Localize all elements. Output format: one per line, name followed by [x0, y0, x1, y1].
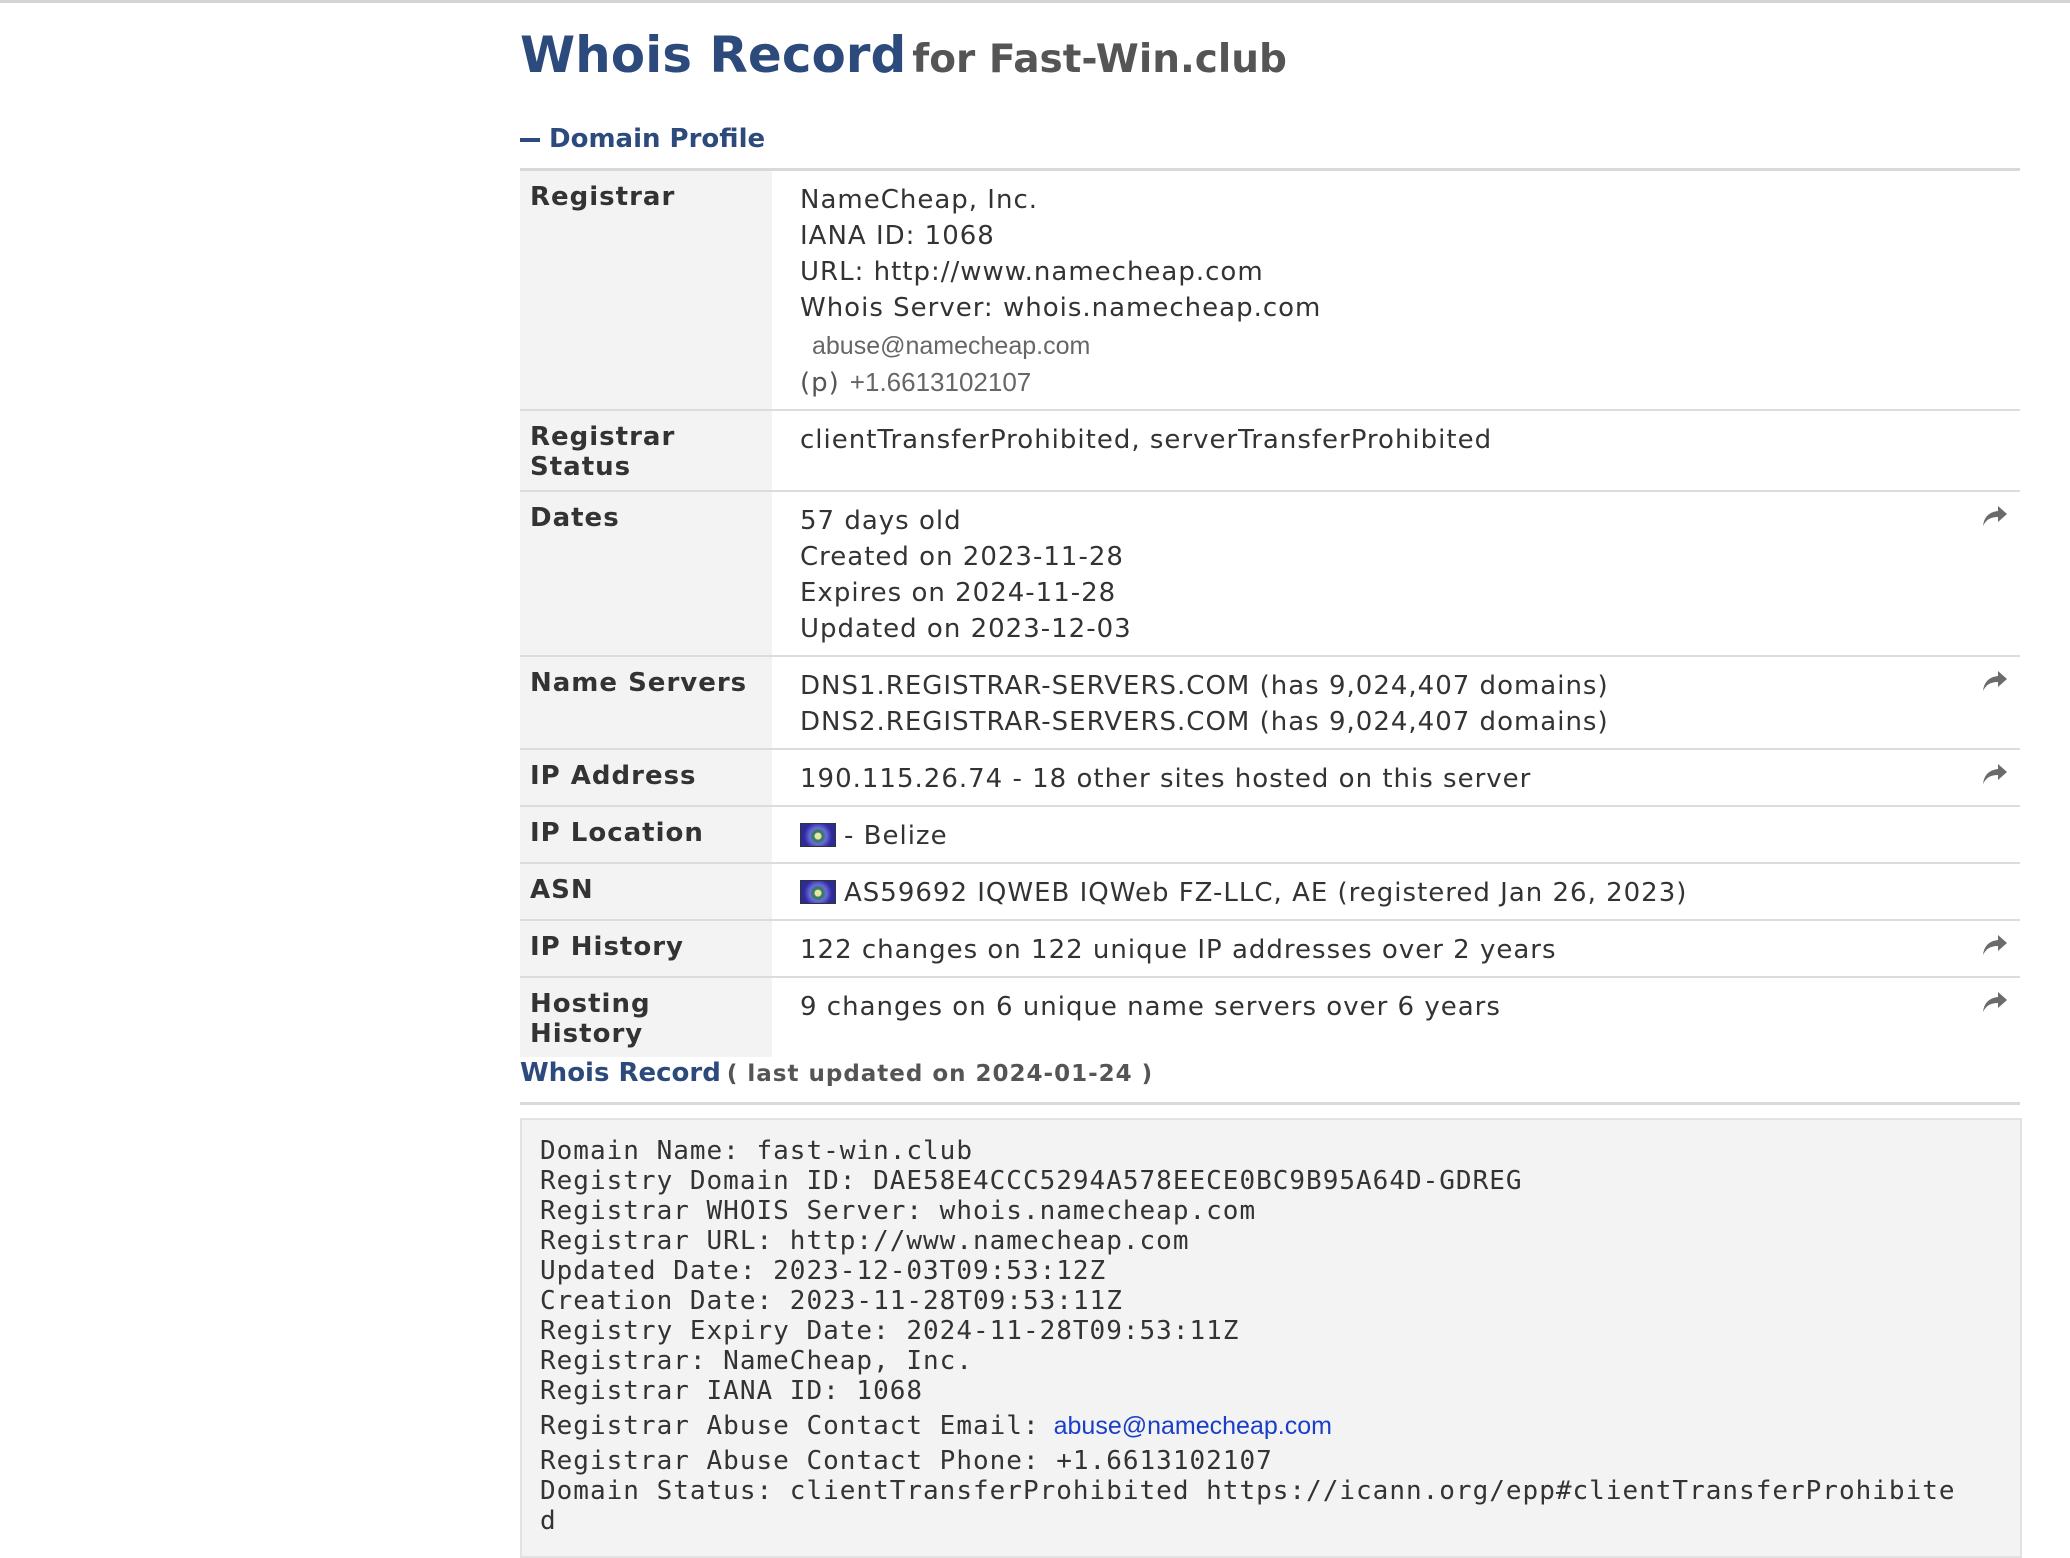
row-key: Hosting History — [520, 977, 772, 1057]
profile-row-name-servers: Name Servers DNS1.REGISTRAR-SERVERS.COM … — [520, 656, 2020, 750]
ip-location-text: - Belize — [844, 821, 948, 851]
profile-row-ip-history: IP History 122 changes on 122 unique IP … — [520, 920, 2020, 978]
country-flag-icon — [800, 823, 836, 847]
row-value: NameCheap, Inc. IANA ID: 1068 URL: http:… — [772, 171, 1970, 411]
row-key: Registrar — [520, 171, 772, 411]
page-title-main: Whois Record — [520, 26, 907, 84]
row-value: 122 changes on 122 unique IP addresses o… — [772, 920, 1970, 978]
profile-row-registrar: Registrar NameCheap, Inc. IANA ID: 1068 … — [520, 171, 2020, 411]
domain-profile-heading: Domain Profile — [549, 124, 766, 154]
row-key: IP Address — [520, 749, 772, 807]
row-value: clientTransferProhibited, serverTransfer… — [772, 410, 1970, 492]
expires-date: Expires on 2024-11-28 — [800, 578, 1117, 608]
share-arrow-icon[interactable] — [1981, 504, 2009, 535]
profile-row-ip-location: IP Location - Belize — [520, 806, 2020, 864]
name-server-1: DNS1.REGISTRAR-SERVERS.COM (has 9,024,40… — [800, 671, 1609, 701]
raw-line: Registrar Abuse Contact Phone: +1.661310… — [540, 1446, 1273, 1476]
registrar-name: NameCheap, Inc. — [800, 185, 1039, 215]
row-key: ASN — [520, 863, 772, 921]
raw-line: Creation Date: 2023-11-28T09:53:11Z — [540, 1286, 1123, 1316]
profile-row-dates: Dates 57 days old Created on 2023-11-28 … — [520, 491, 2020, 657]
share-arrow-icon[interactable] — [1981, 762, 2009, 793]
row-key: IP Location — [520, 806, 772, 864]
created-date: Created on 2023-11-28 — [800, 542, 1124, 572]
profile-row-status: Registrar Status clientTransferProhibite… — [520, 410, 2020, 492]
raw-line: Registrar: NameCheap, Inc. — [540, 1346, 973, 1376]
raw-line: Registrar URL: http://www.namecheap.com — [540, 1226, 1190, 1256]
domain-profile-toggle[interactable]: Domain Profile — [520, 124, 2020, 171]
top-border — [0, 0, 2070, 3]
profile-row-ip-address: IP Address 190.115.26.74 - 18 other site… — [520, 749, 2020, 807]
row-action-empty — [1970, 171, 2020, 411]
registrar-iana: IANA ID: 1068 — [800, 221, 995, 251]
raw-line: Registry Expiry Date: 2024-11-28T09:53:1… — [540, 1316, 1240, 1346]
row-key: Registrar Status — [520, 410, 772, 492]
row-key: Dates — [520, 491, 772, 657]
row-key: Name Servers — [520, 656, 772, 750]
row-action-empty — [1970, 410, 2020, 492]
registrar-email-image: abuse@namecheap.com — [812, 332, 1091, 360]
updated-date: Updated on 2023-12-03 — [800, 614, 1132, 644]
abuse-email-link[interactable]: abuse@namecheap.com — [1054, 1412, 1332, 1440]
name-server-2: DNS2.REGISTRAR-SERVERS.COM (has 9,024,40… — [800, 707, 1609, 737]
share-arrow-icon[interactable] — [1981, 933, 2009, 964]
domain-profile-table: Registrar NameCheap, Inc. IANA ID: 1068 … — [520, 171, 2020, 1057]
raw-line: Domain Status: clientTransferProhibited … — [540, 1476, 1956, 1506]
row-action-empty — [1970, 863, 2020, 921]
phone-prefix: (p) — [800, 368, 840, 398]
country-flag-icon — [800, 880, 836, 904]
registrar-url: URL: http://www.namecheap.com — [800, 257, 1264, 287]
row-value: AS59692 IQWEB IQWeb FZ-LLC, AE (register… — [772, 863, 1970, 921]
row-value: - Belize — [772, 806, 1970, 864]
row-value: 57 days old Created on 2023-11-28 Expire… — [772, 491, 1970, 657]
row-key: IP History — [520, 920, 772, 978]
row-value: DNS1.REGISTRAR-SERVERS.COM (has 9,024,40… — [772, 656, 1970, 750]
whois-record-header: Whois Record( last updated on 2024-01-24… — [520, 1058, 2020, 1105]
registrar-phone-image: +1.6613102107 — [849, 367, 1032, 397]
domain-age: 57 days old — [800, 506, 962, 536]
row-value: 9 changes on 6 unique name servers over … — [800, 992, 1501, 1022]
raw-line: Registrar Abuse Contact Email: abuse@name… — [540, 1406, 2020, 1446]
profile-row-asn: ASN AS59692 IQWEB IQWeb FZ-LLC, AE (regi… — [520, 863, 2020, 921]
last-updated: ( last updated on 2024-01-24 ) — [726, 1061, 1154, 1087]
registrar-whois-server: Whois Server: whois.namecheap.com — [800, 293, 1322, 323]
raw-line: Domain Name: fast-win.club — [540, 1136, 973, 1166]
raw-line: d — [540, 1506, 557, 1536]
abuse-email-label: Registrar Abuse Contact Email: — [540, 1411, 1040, 1441]
page-title: Whois Record for Fast-Win.club — [520, 26, 1287, 84]
share-arrow-icon[interactable] — [1981, 990, 2009, 1021]
page-title-domain: for Fast-Win.club — [912, 37, 1287, 82]
raw-line: Updated Date: 2023-12-03T09:53:12Z — [540, 1256, 1107, 1286]
minus-icon — [520, 138, 540, 142]
asn-text: AS59692 IQWEB IQWeb FZ-LLC, AE (register… — [844, 878, 1688, 908]
share-arrow-icon[interactable] — [1981, 669, 2009, 700]
raw-line: Registrar IANA ID: 1068 — [540, 1376, 924, 1406]
whois-record-heading: Whois Record — [520, 1058, 721, 1088]
raw-line: Registry Domain ID: DAE58E4CCC5294A578EE… — [540, 1166, 1523, 1196]
raw-whois-text: Domain Name: fast-win.club Registry Doma… — [520, 1118, 2022, 1558]
raw-line: Registrar WHOIS Server: whois.namecheap.… — [540, 1196, 1257, 1226]
row-action-empty — [1970, 806, 2020, 864]
profile-row-hosting-history: Hosting History 9 changes on 6 unique na… — [520, 977, 2020, 1057]
row-value: 190.115.26.74 - 18 other sites hosted on… — [772, 749, 1970, 807]
